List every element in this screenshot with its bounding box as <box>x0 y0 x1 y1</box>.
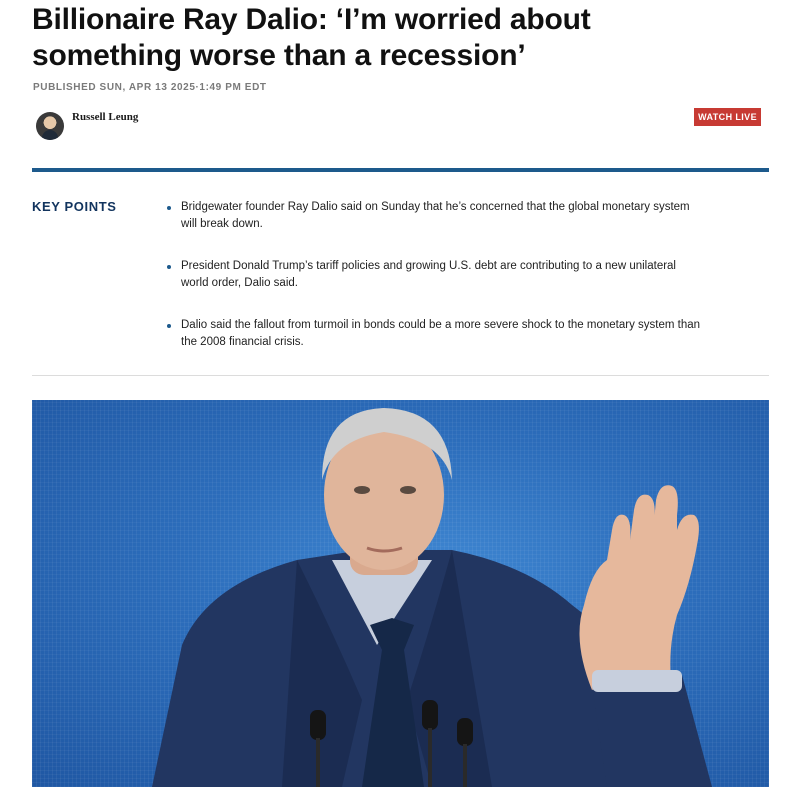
headline-line-1: Billionaire Ray Dalio: ‘I’m worried abou… <box>32 3 591 36</box>
microphone-center <box>422 700 438 730</box>
article-page: Billionaire Ray Dalio: ‘I’m worried abou… <box>0 0 800 787</box>
bullet-dot-icon <box>167 265 171 269</box>
speaker-eye-left <box>354 486 370 494</box>
speaker-eye-right <box>400 486 416 494</box>
author-name-link[interactable]: Russell Leung <box>72 111 138 123</box>
microphone-center-stem <box>428 728 432 787</box>
microphone-left <box>310 710 326 740</box>
microphone-left-stem <box>316 738 320 787</box>
microphone-right-stem <box>463 744 467 787</box>
key-point-item: President Donald Trump’s tariff policies… <box>164 258 704 292</box>
key-points-top-rule <box>32 168 769 172</box>
key-point-text: Bridgewater founder Ray Dalio said on Su… <box>181 201 690 230</box>
author-row: Russell Leung WATCH LIVE <box>33 108 769 142</box>
key-points-list: Bridgewater founder Ray Dalio said on Su… <box>164 199 704 376</box>
published-timestamp: PUBLISHED SUN, APR 13 2025·1:49 PM EDT <box>33 82 267 93</box>
key-point-item: Dalio said the fallout from turmoil in b… <box>164 317 704 351</box>
bullet-dot-icon <box>167 324 171 328</box>
key-point-text: President Donald Trump’s tariff policies… <box>181 260 676 289</box>
speaker-raised-hand <box>579 485 699 690</box>
key-point-text: Dalio said the fallout from turmoil in b… <box>181 319 701 348</box>
speaker-photo-illustration <box>152 408 712 787</box>
article-headline: Billionaire Ray Dalio: ‘I’m worried abou… <box>32 2 772 74</box>
key-points-bottom-rule <box>32 375 769 376</box>
watch-live-button[interactable]: WATCH LIVE <box>694 108 761 126</box>
speaker-cuff <box>592 670 682 692</box>
hero-photo[interactable] <box>32 400 769 787</box>
headline-line-2: something worse than a recession’ <box>32 39 526 72</box>
microphone-right <box>457 718 473 746</box>
bullet-dot-icon <box>167 206 171 210</box>
author-avatar[interactable] <box>36 112 64 140</box>
key-points-title: KEY POINTS <box>32 199 117 214</box>
key-point-item: Bridgewater founder Ray Dalio said on Su… <box>164 199 704 233</box>
